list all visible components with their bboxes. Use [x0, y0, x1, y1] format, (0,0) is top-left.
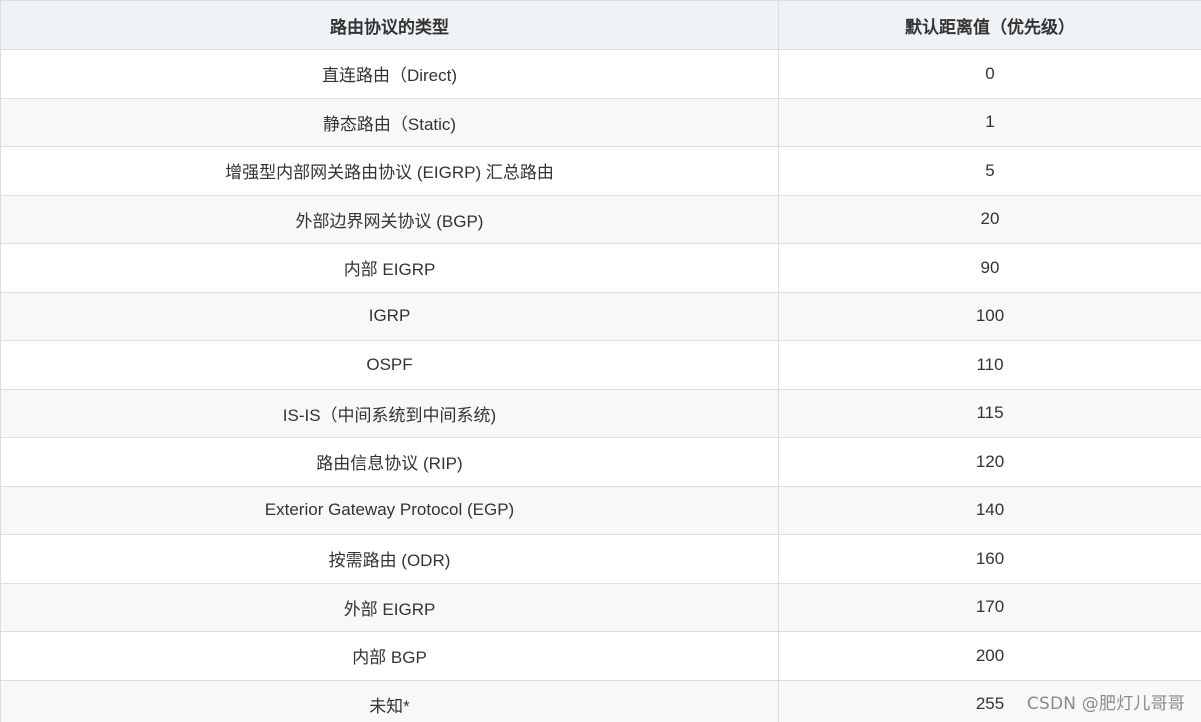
protocol-type-cell: Exterior Gateway Protocol (EGP) — [0, 485, 779, 535]
routing-distance-table: 路由协议的类型 默认距离值（优先级） 直连路由（Direct) 0 静态路由（S… — [0, 0, 1201, 722]
protocol-type-cell: IS-IS（中间系统到中间系统) — [0, 388, 779, 438]
distance-cell: 110 — [778, 340, 1201, 390]
protocol-type-cell: 路由信息协议 (RIP) — [0, 437, 779, 487]
table-row: 增强型内部网关路由协议 (EIGRP) 汇总路由 5 — [0, 146, 1201, 196]
table-row: 外部 EIGRP 170 — [0, 582, 1201, 632]
protocol-type-cell: 外部 EIGRP — [0, 582, 779, 632]
distance-cell: 90 — [778, 243, 1201, 293]
protocol-type-cell: 直连路由（Direct) — [0, 49, 779, 99]
distance-cell: 20 — [778, 194, 1201, 244]
table-row: IGRP 100 — [0, 291, 1201, 341]
distance-cell: 160 — [778, 534, 1201, 584]
csdn-watermark: CSDN @肥灯儿哥哥 — [1026, 694, 1185, 714]
header-default-distance: 默认距离值（优先级） — [778, 0, 1201, 50]
distance-cell: 0 — [778, 49, 1201, 99]
table-row: 未知* 255 — [0, 679, 1201, 722]
table-row: 静态路由（Static) 1 — [0, 97, 1201, 147]
distance-cell: 100 — [778, 291, 1201, 341]
table-header: 路由协议的类型 默认距离值（优先级） — [0, 0, 1201, 50]
distance-cell: 1 — [778, 97, 1201, 147]
table-row: 内部 BGP 200 — [0, 631, 1201, 681]
table-row: 按需路由 (ODR) 160 — [0, 534, 1201, 584]
protocol-type-cell: 外部边界网关协议 (BGP) — [0, 194, 779, 244]
table-row: Exterior Gateway Protocol (EGP) 140 — [0, 485, 1201, 535]
table-row: 直连路由（Direct) 0 — [0, 49, 1201, 99]
distance-cell: 200 — [778, 631, 1201, 681]
protocol-type-cell: OSPF — [0, 340, 779, 390]
table-row: 外部边界网关协议 (BGP) 20 — [0, 194, 1201, 244]
distance-cell: 140 — [778, 485, 1201, 535]
table-row: 路由信息协议 (RIP) 120 — [0, 437, 1201, 487]
header-protocol-type: 路由协议的类型 — [0, 0, 779, 50]
protocol-type-cell: 内部 EIGRP — [0, 243, 779, 293]
distance-cell: 170 — [778, 582, 1201, 632]
distance-cell: 115 — [778, 388, 1201, 438]
protocol-type-cell: 增强型内部网关路由协议 (EIGRP) 汇总路由 — [0, 146, 779, 196]
protocol-type-cell: 未知* — [0, 679, 779, 722]
table-body: 直连路由（Direct) 0 静态路由（Static) 1 增强型内部网关路由协… — [0, 49, 1201, 722]
distance-cell: 5 — [778, 146, 1201, 196]
table-row: 内部 EIGRP 90 — [0, 243, 1201, 293]
protocol-type-cell: 按需路由 (ODR) — [0, 534, 779, 584]
table-row: IS-IS（中间系统到中间系统) 115 — [0, 388, 1201, 438]
table-row: OSPF 110 — [0, 340, 1201, 390]
protocol-type-cell: 内部 BGP — [0, 631, 779, 681]
header-row: 路由协议的类型 默认距离值（优先级） — [0, 0, 1201, 50]
protocol-type-cell: IGRP — [0, 291, 779, 341]
protocol-type-cell: 静态路由（Static) — [0, 97, 779, 147]
distance-cell: 120 — [778, 437, 1201, 487]
